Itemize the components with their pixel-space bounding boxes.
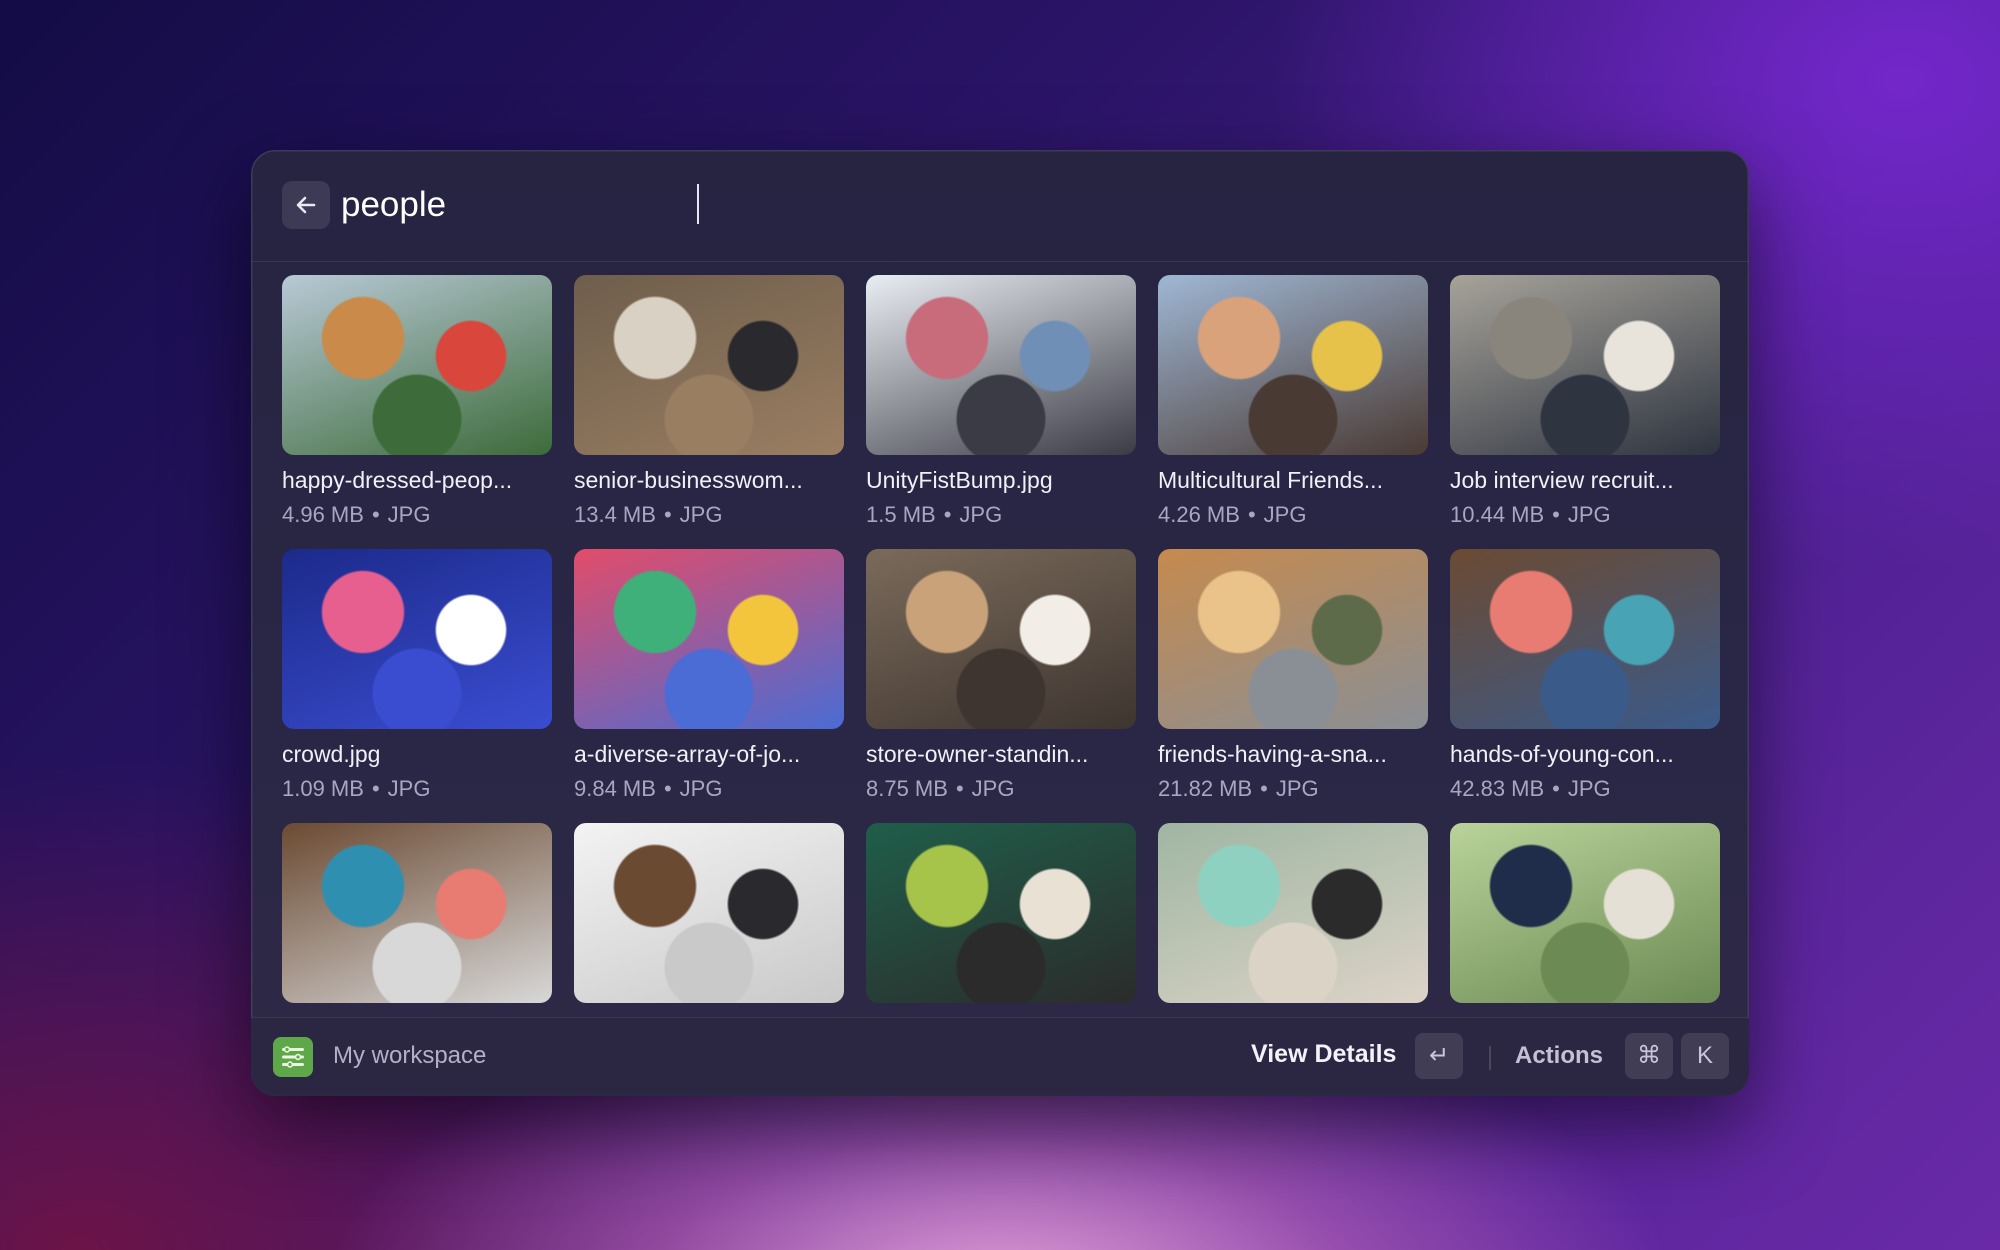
meta-separator: • (1552, 776, 1560, 801)
result-meta: 4.96 MB • JPG (282, 501, 552, 529)
result-tile[interactable] (1158, 823, 1428, 1003)
actions-button[interactable]: Actions (1515, 1042, 1603, 1070)
result-tile[interactable] (282, 823, 552, 1003)
meta-separator: • (1552, 502, 1560, 527)
meta-separator: • (943, 502, 952, 527)
result-meta: 42.83 MB • JPG (1450, 775, 1720, 803)
result-type: JPG (1567, 502, 1611, 527)
meta-separator: • (663, 776, 672, 801)
result-thumbnail[interactable] (282, 823, 552, 1003)
result-filename: UnityFistBump.jpg (866, 467, 1053, 493)
result-size: 13.4 MB (574, 502, 656, 527)
result-filename: friends-having-a-sna... (1158, 741, 1387, 767)
workspace-label[interactable]: My workspace (333, 1042, 486, 1070)
result-type: JPG (679, 776, 723, 801)
result-thumbnail[interactable] (282, 275, 552, 455)
result-filename: crowd.jpg (282, 741, 381, 767)
meta-separator: • (1247, 502, 1256, 527)
workspace-icon (273, 1037, 313, 1077)
results-grid: happy-dressed-peop... 4.96 MB • JPG senior-b… (282, 275, 1720, 1003)
result-type: JPG (971, 776, 1015, 801)
meta-separator: • (371, 502, 380, 527)
k-key-hint: K (1681, 1033, 1729, 1079)
result-tile[interactable]: Job interview recruit... 10.44 MB • JPG (1450, 275, 1720, 529)
result-thumbnail[interactable] (1450, 549, 1720, 729)
result-tile[interactable]: friends-having-a-sna... 21.82 MB • JPG (1158, 549, 1428, 803)
footer-divider (1489, 1046, 1491, 1070)
search-bar (251, 150, 1749, 262)
result-filename: hands-of-young-con... (1450, 741, 1674, 767)
result-meta: 10.44 MB • JPG (1450, 501, 1720, 529)
meta-separator: • (371, 776, 380, 801)
result-size: 21.82 MB (1158, 776, 1253, 801)
result-type: JPG (1263, 502, 1307, 527)
result-tile[interactable]: hands-of-young-con... 42.83 MB • JPG (1450, 549, 1720, 803)
text-caret (697, 184, 699, 224)
result-meta: 1.09 MB • JPG (282, 775, 552, 803)
result-type: JPG (387, 776, 431, 801)
result-type: JPG (1275, 776, 1319, 801)
arrow-left-icon (296, 196, 316, 214)
result-size: 8.75 MB (866, 776, 948, 801)
result-size: 10.44 MB (1450, 502, 1545, 527)
result-thumbnail[interactable] (866, 275, 1136, 455)
result-meta: 4.26 MB • JPG (1158, 501, 1428, 529)
result-meta: 9.84 MB • JPG (574, 775, 844, 803)
result-thumbnail[interactable] (574, 823, 844, 1003)
result-tile[interactable]: a-diverse-array-of-jo... 9.84 MB • JPG (574, 549, 844, 803)
result-tile[interactable]: Multicultural Friends... 4.26 MB • JPG (1158, 275, 1428, 529)
view-details-button[interactable]: View Details (1251, 1040, 1396, 1069)
result-tile[interactable]: store-owner-standin... 8.75 MB • JPG (866, 549, 1136, 803)
enter-key-hint: ↵ (1415, 1033, 1463, 1079)
result-thumbnail[interactable] (1158, 275, 1428, 455)
result-thumbnail[interactable] (282, 549, 552, 729)
result-type: JPG (387, 502, 431, 527)
result-filename: Multicultural Friends... (1158, 467, 1383, 493)
result-thumbnail[interactable] (574, 275, 844, 455)
result-size: 4.96 MB (282, 502, 364, 527)
result-filename: senior-businesswom... (574, 467, 803, 493)
result-tile[interactable] (866, 823, 1136, 1003)
result-size: 1.5 MB (866, 502, 936, 527)
result-tile[interactable] (574, 823, 844, 1003)
result-tile[interactable] (1450, 823, 1720, 1003)
result-type: JPG (959, 502, 1003, 527)
back-button[interactable] (282, 181, 330, 229)
result-meta: 8.75 MB • JPG (866, 775, 1136, 803)
result-filename: Job interview recruit... (1450, 467, 1674, 493)
result-meta: 13.4 MB • JPG (574, 501, 844, 529)
result-thumbnail[interactable] (866, 823, 1136, 1003)
result-thumbnail[interactable] (1158, 823, 1428, 1003)
result-meta: 1.5 MB • JPG (866, 501, 1136, 529)
result-filename: a-diverse-array-of-jo... (574, 741, 801, 767)
result-type: JPG (1567, 776, 1611, 801)
result-tile[interactable]: senior-businesswom... 13.4 MB • JPG (574, 275, 844, 529)
meta-separator: • (955, 776, 964, 801)
search-input[interactable] (341, 178, 1241, 232)
result-thumbnail[interactable] (866, 549, 1136, 729)
result-meta: 21.82 MB • JPG (1158, 775, 1428, 803)
result-size: 9.84 MB (574, 776, 656, 801)
result-thumbnail[interactable] (1450, 823, 1720, 1003)
result-thumbnail[interactable] (574, 549, 844, 729)
result-tile[interactable]: happy-dressed-peop... 4.96 MB • JPG (282, 275, 552, 529)
result-size: 1.09 MB (282, 776, 364, 801)
result-tile[interactable]: UnityFistBump.jpg 1.5 MB • JPG (866, 275, 1136, 529)
result-size: 42.83 MB (1450, 776, 1545, 801)
cmd-key-hint: ⌘ (1625, 1033, 1673, 1079)
launcher-window: happy-dressed-peop...4.96 MB•JPGsenior-b… (251, 150, 1749, 1096)
result-filename: happy-dressed-peop... (282, 467, 513, 493)
meta-separator: • (663, 502, 672, 527)
result-thumbnail[interactable] (1450, 275, 1720, 455)
result-tile[interactable]: crowd.jpg 1.09 MB • JPG (282, 549, 552, 803)
result-thumbnail[interactable] (1158, 549, 1428, 729)
result-size: 4.26 MB (1158, 502, 1240, 527)
action-bar: My workspace View Details ↵ Actions ⌘ K (251, 1017, 1749, 1096)
meta-separator: • (1260, 776, 1268, 801)
result-type: JPG (679, 502, 723, 527)
result-filename: store-owner-standin... (866, 741, 1089, 767)
